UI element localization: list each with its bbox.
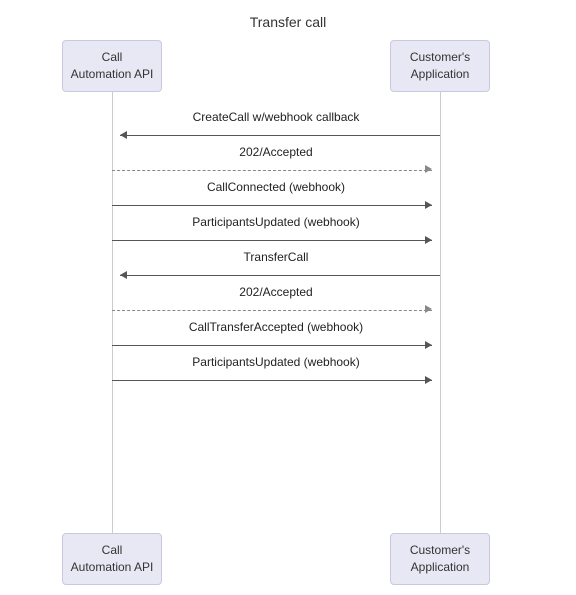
arrow-line-6 bbox=[112, 345, 432, 346]
arrow-label-5: 202/Accepted bbox=[112, 285, 440, 299]
arrow-line-2 bbox=[112, 205, 432, 206]
arrow-label-7: ParticipantsUpdated (webhook) bbox=[112, 355, 440, 369]
arrowhead-0 bbox=[120, 131, 127, 139]
arrow-label-3: ParticipantsUpdated (webhook) bbox=[112, 215, 440, 229]
arrow-label-6: CallTransferAccepted (webhook) bbox=[112, 320, 440, 334]
arrow-line-7 bbox=[112, 380, 432, 381]
arrowhead-6 bbox=[425, 341, 432, 349]
arrow-line-1 bbox=[112, 170, 432, 171]
arrowhead-7 bbox=[425, 376, 432, 384]
arrowhead-5 bbox=[425, 305, 432, 313]
arrow-line-0 bbox=[120, 135, 440, 136]
diagram-container: Transfer call Call Automation API Custom… bbox=[0, 0, 576, 595]
arrow-label-0: CreateCall w/webhook callback bbox=[112, 110, 440, 124]
arrow-row-2: CallConnected (webhook) bbox=[112, 180, 440, 208]
diagram-title: Transfer call bbox=[0, 0, 576, 40]
lifeline-right bbox=[440, 92, 441, 533]
arrow-label-1: 202/Accepted bbox=[112, 145, 440, 159]
box-bot-right: Customer's Application bbox=[390, 533, 490, 585]
arrow-row-5: 202/Accepted bbox=[112, 285, 440, 313]
arrow-line-5 bbox=[112, 310, 432, 311]
box-top-left: Call Automation API bbox=[62, 40, 162, 92]
arrow-line-4 bbox=[120, 275, 440, 276]
arrowhead-1 bbox=[425, 165, 432, 173]
arrow-row-7: ParticipantsUpdated (webhook) bbox=[112, 355, 440, 383]
arrow-row-1: 202/Accepted bbox=[112, 145, 440, 173]
box-top-right: Customer's Application bbox=[390, 40, 490, 92]
arrow-label-2: CallConnected (webhook) bbox=[112, 180, 440, 194]
arrowhead-2 bbox=[425, 201, 432, 209]
arrowhead-3 bbox=[425, 236, 432, 244]
arrow-row-6: CallTransferAccepted (webhook) bbox=[112, 320, 440, 348]
arrow-row-0: CreateCall w/webhook callback bbox=[112, 110, 440, 138]
box-bot-left: Call Automation API bbox=[62, 533, 162, 585]
arrow-row-4: TransferCall bbox=[112, 250, 440, 278]
arrow-line-3 bbox=[112, 240, 432, 241]
arrow-row-3: ParticipantsUpdated (webhook) bbox=[112, 215, 440, 243]
arrow-label-4: TransferCall bbox=[112, 250, 440, 264]
sequence-area: Call Automation API Customer's Applicati… bbox=[0, 40, 576, 595]
arrowhead-4 bbox=[120, 271, 127, 279]
